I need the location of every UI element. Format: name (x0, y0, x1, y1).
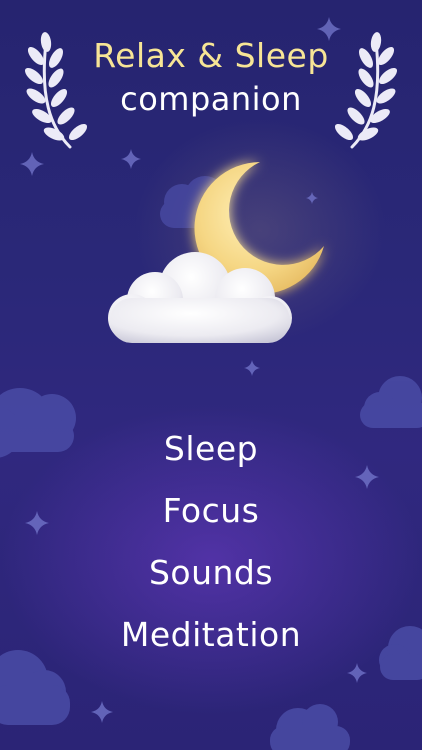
app-title-line1: Relax & Sleep (93, 36, 329, 75)
sparkle-star-icon (25, 511, 49, 535)
sparkle-star-icon (20, 152, 44, 176)
sparkle-star-icon (91, 701, 113, 723)
sparkle-star-icon (244, 360, 260, 376)
app-screen: Relax & Sleep companion Sleep Focus Soun… (0, 0, 422, 750)
sparkle-star-icon (121, 149, 141, 169)
sparkle-star-icon (347, 663, 367, 683)
menu-item-meditation[interactable]: Meditation (60, 615, 362, 655)
menu-item-focus[interactable]: Focus (60, 491, 362, 531)
menu-item-sounds[interactable]: Sounds (60, 553, 362, 593)
cloud-icon (108, 252, 292, 343)
menu-item-sleep[interactable]: Sleep (60, 429, 362, 469)
app-title-line2: companion (120, 80, 302, 118)
